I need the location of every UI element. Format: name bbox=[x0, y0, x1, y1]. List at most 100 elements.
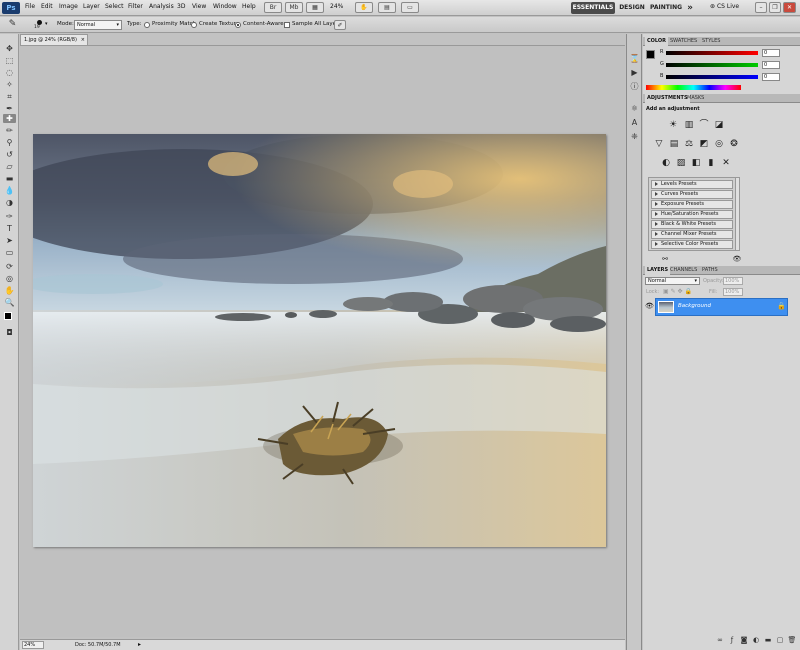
foreground-color-swatch[interactable] bbox=[4, 312, 12, 320]
preset-row[interactable]: Hue/Saturation Presets bbox=[651, 210, 733, 219]
type-tool-icon[interactable]: T bbox=[3, 224, 16, 233]
exposure-icon[interactable]: ◪ bbox=[713, 120, 725, 131]
brushes-icon[interactable]: ❈ bbox=[629, 132, 640, 141]
eraser-tool-icon[interactable]: ▱ bbox=[3, 162, 16, 171]
tab-layers[interactable]: LAYERS bbox=[645, 266, 671, 275]
tab-channels[interactable]: CHANNELS bbox=[670, 267, 697, 273]
beach-photo-canvas[interactable] bbox=[33, 134, 606, 547]
red-value-field[interactable]: 0 bbox=[762, 49, 780, 57]
pressure-size-icon[interactable]: ✐ bbox=[334, 20, 346, 30]
history-brush-tool-icon[interactable]: ↺ bbox=[3, 150, 16, 159]
photo-filter-icon[interactable]: ◎ bbox=[713, 139, 725, 150]
selective-color-icon[interactable]: ✕ bbox=[720, 158, 732, 169]
channel-mixer-icon[interactable]: ❂ bbox=[728, 139, 740, 150]
arrange-documents-icon[interactable]: ▤ bbox=[378, 2, 396, 13]
blend-mode-select[interactable]: Normal ▾ bbox=[645, 277, 700, 285]
hue-saturation-icon[interactable]: ▤ bbox=[668, 139, 680, 150]
lock-icons[interactable]: ▣ ✎ ✥ 🔒 bbox=[663, 288, 692, 295]
menu-window[interactable]: Window bbox=[213, 3, 237, 10]
info-icon[interactable]: ⓘ bbox=[629, 82, 640, 91]
new-layer-icon[interactable]: ▢ bbox=[775, 636, 785, 645]
preset-row[interactable]: Exposure Presets bbox=[651, 200, 733, 209]
preset-row[interactable]: Channel Mixer Presets bbox=[651, 230, 733, 239]
marquee-tool-icon[interactable]: ⬚ bbox=[3, 56, 16, 65]
mode-select[interactable]: Normal ▾ bbox=[74, 20, 122, 30]
screen-mode-icon[interactable]: ▭ bbox=[401, 2, 419, 13]
menu-edit[interactable]: Edit bbox=[41, 3, 53, 10]
preset-row[interactable]: Selective Color Presets bbox=[651, 240, 733, 249]
3d-panel-icon[interactable]: ⚛ bbox=[629, 104, 640, 113]
zoom-level[interactable]: 24% bbox=[330, 3, 343, 10]
spot-healing-brush-icon[interactable]: ✎ bbox=[6, 20, 19, 29]
layer-row-background[interactable]: Background 🔒 bbox=[655, 298, 788, 316]
cs-live-button[interactable]: ⊛ CS Live bbox=[710, 3, 739, 10]
eyedropper-tool-icon[interactable]: ✒ bbox=[3, 104, 16, 113]
create-texture-radio[interactable] bbox=[191, 22, 197, 28]
zoom-tool-icon[interactable]: 🔍 bbox=[3, 298, 16, 307]
dodge-tool-icon[interactable]: ◑ bbox=[3, 198, 16, 207]
3d-orbit-tool-icon[interactable]: ◎ bbox=[3, 274, 16, 283]
blur-tool-icon[interactable]: 💧 bbox=[3, 186, 16, 195]
workspace-essentials[interactable]: ESSENTIALS bbox=[571, 2, 615, 14]
spot-healing-tool-icon[interactable]: ✚ bbox=[3, 114, 16, 123]
tab-adjustments[interactable]: ADJUSTMENTS bbox=[645, 94, 690, 103]
tab-swatches[interactable]: SWATCHES bbox=[670, 38, 697, 44]
path-selection-tool-icon[interactable]: ➤ bbox=[3, 236, 16, 245]
opacity-field[interactable]: 100% bbox=[723, 277, 743, 285]
link-layers-icon[interactable]: ∞ bbox=[715, 636, 725, 645]
menu-3d[interactable]: 3D bbox=[177, 3, 185, 10]
tab-masks[interactable]: MASKS bbox=[687, 95, 704, 101]
green-slider[interactable] bbox=[666, 63, 758, 67]
clip-to-layer-icon[interactable]: ⚯ bbox=[659, 254, 671, 265]
document-tab[interactable]: 1.jpg @ 24% (RGB/8) × bbox=[20, 34, 88, 45]
layer-style-icon[interactable]: ƒ bbox=[727, 636, 737, 645]
workspace-design[interactable]: DESIGN bbox=[619, 2, 645, 14]
posterize-icon[interactable]: ▨ bbox=[675, 158, 687, 169]
color-balance-icon[interactable]: ⚖ bbox=[683, 139, 695, 150]
crop-tool-icon[interactable]: ⌗ bbox=[3, 92, 16, 101]
bridge-icon[interactable]: Br bbox=[264, 2, 282, 13]
lasso-tool-icon[interactable]: ◌ bbox=[3, 68, 16, 77]
sample-all-layers-checkbox[interactable] bbox=[284, 22, 290, 28]
black-white-icon[interactable]: ◩ bbox=[698, 139, 710, 150]
proximity-match-radio[interactable] bbox=[144, 22, 150, 28]
menu-help[interactable]: Help bbox=[242, 3, 256, 10]
minimize-icon[interactable]: – bbox=[755, 2, 767, 13]
view-extras-icon[interactable]: ▦ bbox=[306, 2, 324, 13]
menu-image[interactable]: Image bbox=[59, 3, 78, 10]
quick-mask-icon[interactable]: ◘ bbox=[3, 328, 16, 337]
close-document-icon[interactable]: × bbox=[81, 35, 85, 45]
gradient-map-icon[interactable]: ▮ bbox=[705, 158, 717, 169]
3d-rotate-tool-icon[interactable]: ⟳ bbox=[3, 262, 16, 271]
threshold-icon[interactable]: ◧ bbox=[690, 158, 702, 169]
foreground-swatch[interactable] bbox=[646, 50, 655, 59]
character-icon[interactable]: A bbox=[629, 118, 640, 127]
content-aware-radio[interactable] bbox=[235, 22, 241, 28]
blue-value-field[interactable]: 0 bbox=[762, 73, 780, 81]
fill-field[interactable]: 100% bbox=[723, 288, 743, 296]
menu-layer[interactable]: Layer bbox=[83, 3, 100, 10]
new-group-icon[interactable]: ▬ bbox=[763, 636, 773, 645]
invert-icon[interactable]: ◐ bbox=[660, 158, 672, 169]
menu-filter[interactable]: Filter bbox=[128, 3, 143, 10]
curves-icon[interactable]: ⌒ bbox=[698, 120, 710, 131]
hand-tool-icon[interactable]: ✋ bbox=[3, 286, 16, 295]
preset-row[interactable]: Levels Presets bbox=[651, 180, 733, 189]
tab-styles[interactable]: STYLES bbox=[702, 38, 720, 44]
levels-icon[interactable]: ▥ bbox=[683, 120, 695, 131]
move-tool-icon[interactable]: ✥ bbox=[3, 44, 16, 53]
shape-tool-icon[interactable]: ▭ bbox=[3, 248, 16, 257]
trash-icon[interactable]: 🗑 bbox=[787, 636, 797, 645]
restore-icon[interactable]: ❐ bbox=[769, 2, 781, 13]
history-icon[interactable]: ⌛ bbox=[629, 54, 640, 63]
vibrance-icon[interactable]: ▽ bbox=[653, 139, 665, 150]
status-zoom-input[interactable]: 24% bbox=[22, 641, 44, 649]
menu-file[interactable]: File bbox=[25, 3, 35, 10]
more-workspaces-button[interactable]: » bbox=[685, 2, 695, 14]
green-value-field[interactable]: 0 bbox=[762, 61, 780, 69]
clone-stamp-tool-icon[interactable]: ⚲ bbox=[3, 138, 16, 147]
blue-slider[interactable] bbox=[666, 75, 758, 79]
presets-scrollbar[interactable] bbox=[735, 177, 740, 251]
preset-row[interactable]: Curves Presets bbox=[651, 190, 733, 199]
brush-tool-icon[interactable]: ✏ bbox=[3, 126, 16, 135]
